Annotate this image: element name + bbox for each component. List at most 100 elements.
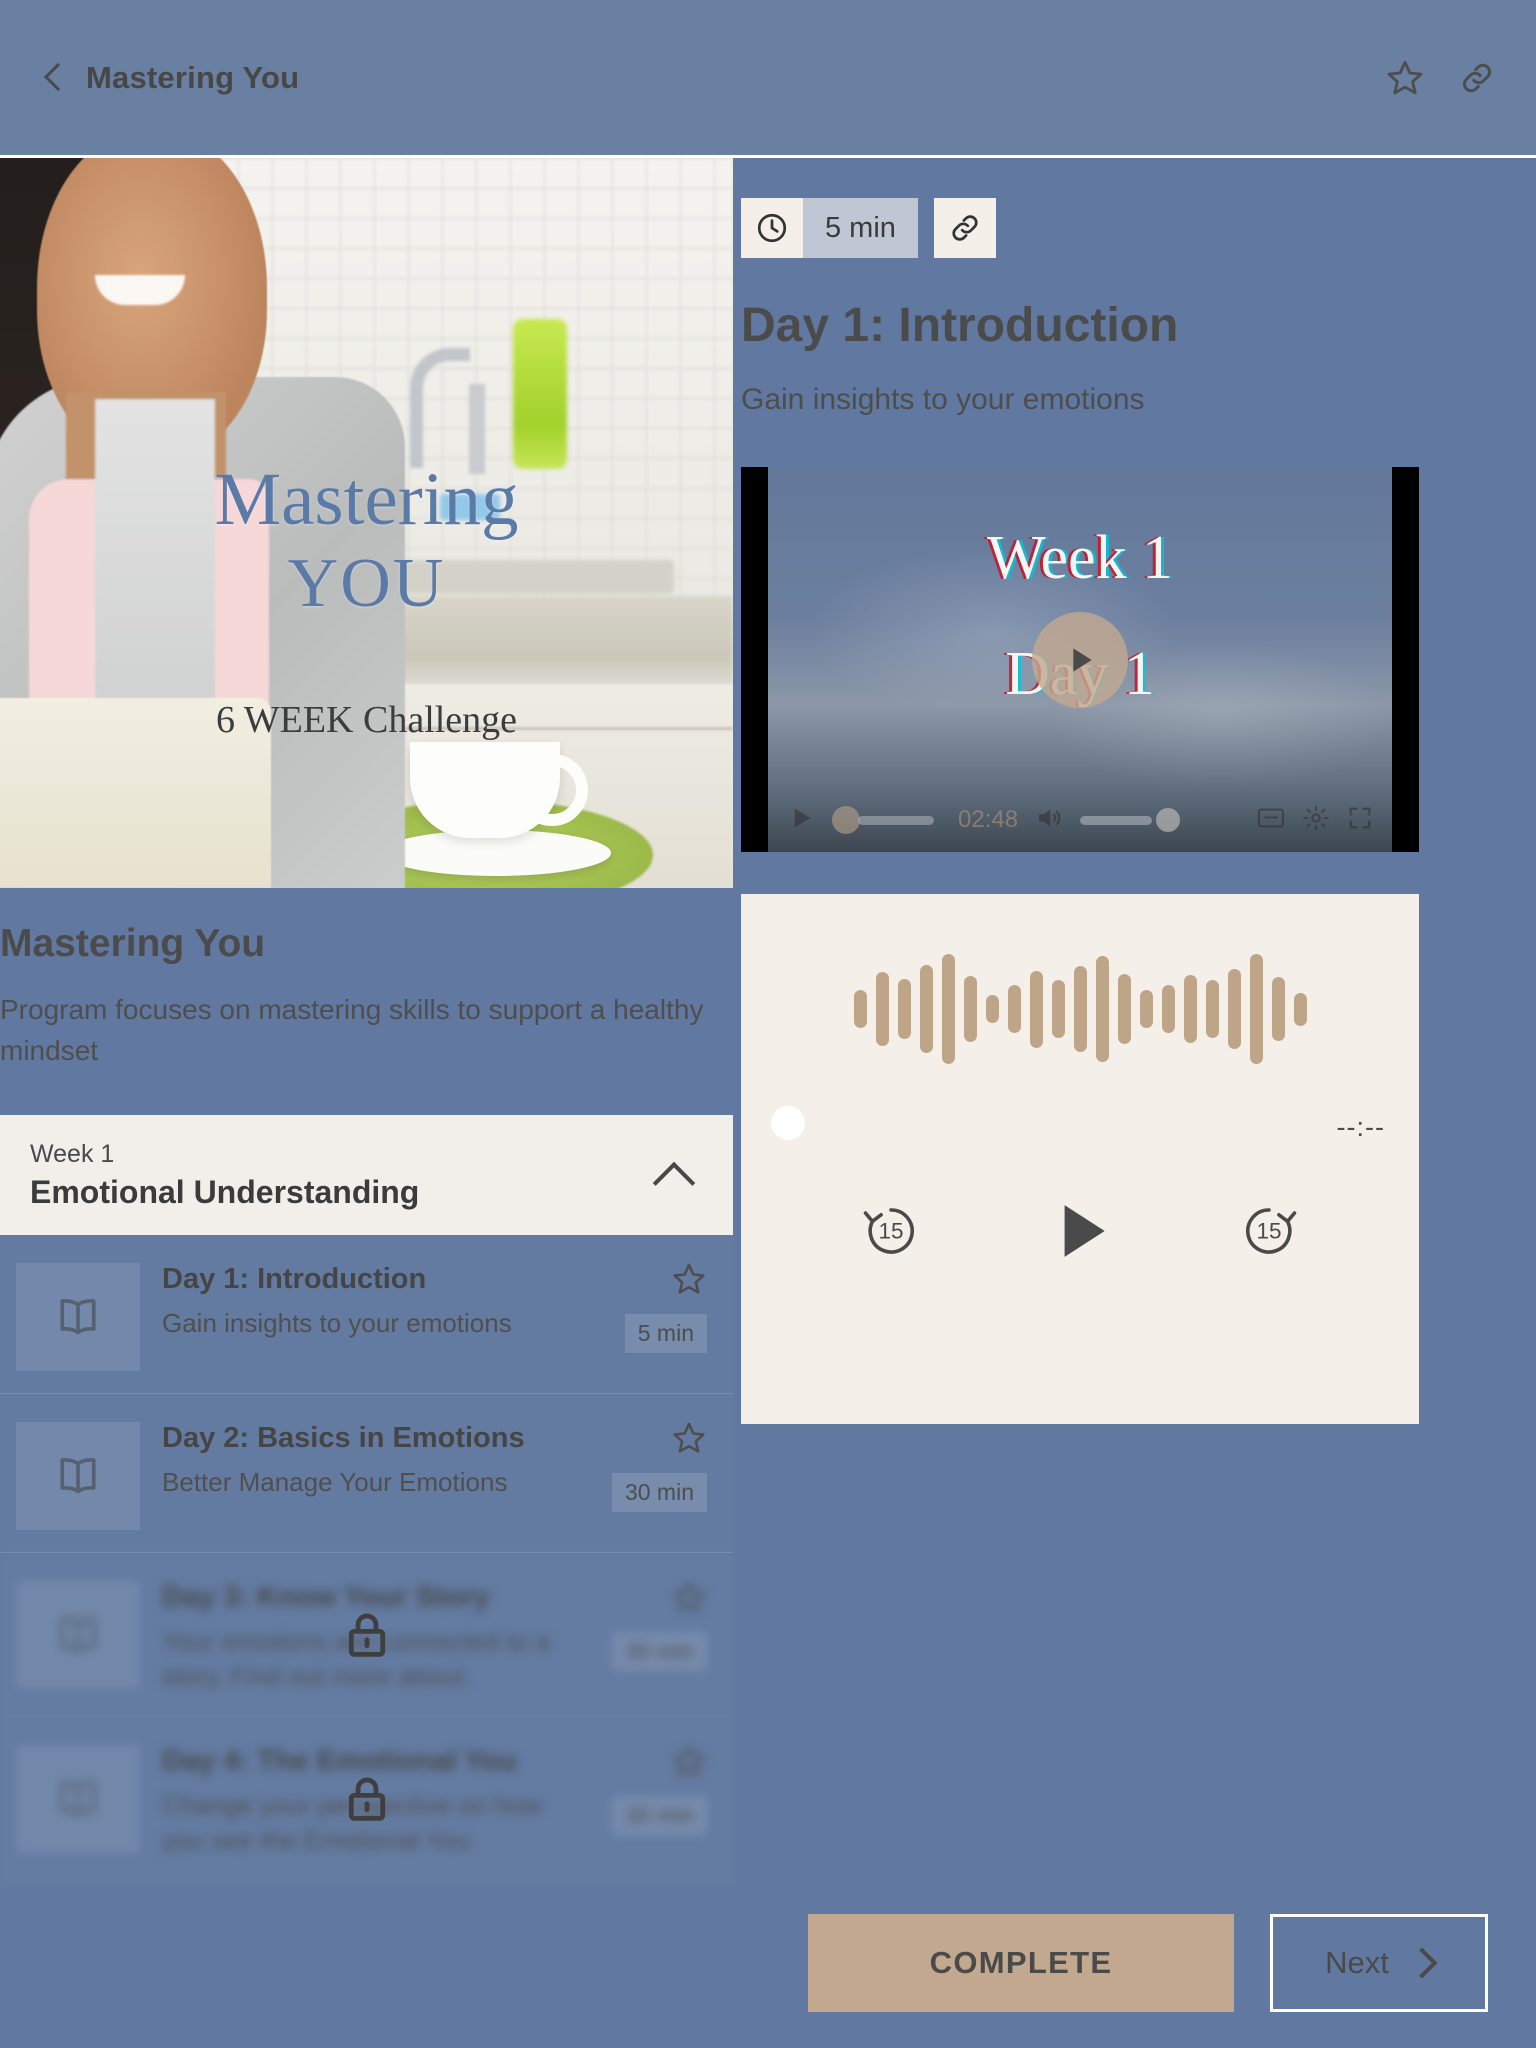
volume-slider[interactable] [1080,815,1153,825]
play-icon[interactable] [1043,1194,1117,1268]
page-title: Mastering You [86,59,300,95]
lesson-title: Day 2: Basics in Emotions [162,1422,525,1455]
list-item-meta: 30 min [567,1575,707,1672]
volume-handle[interactable] [1156,808,1181,832]
lesson-meta-row: 5 min [741,198,1488,258]
audio-waveform [741,954,1419,1064]
volume-icon[interactable] [1034,803,1064,838]
list-item[interactable]: Day 2: Basics in Emotions Better Manage … [0,1394,733,1554]
waveform-bar [1007,984,1021,1034]
complete-button[interactable]: COMPLETE [808,1914,1234,2012]
lesson-subtitle: Your emotions are connected to a story. … [162,1626,550,1692]
hero-title-line2: YOU [287,545,446,622]
lesson-title: Day 3: Know Your Story [162,1581,490,1614]
waveform-bar [919,965,933,1053]
duration-badge: 30 min [611,1473,707,1513]
list-item-locked-wrapper[interactable]: Day 3: Know Your Story Your emotions are… [0,1553,733,1718]
waveform-bar [1183,974,1197,1044]
list-item-text: Day 1: Introduction Gain insights to you… [140,1257,567,1341]
audio-time-label: --:-- [1336,1112,1385,1142]
lesson-title: Day 4: The Emotional You [162,1745,518,1778]
star-outline-icon [671,1743,707,1784]
waveform-bar [1249,954,1263,1064]
video-player[interactable]: Week 1 Day 1 02:48 [741,467,1419,852]
course-title: Mastering You [0,922,266,965]
svg-text:15: 15 [878,1219,903,1244]
video-time-label: 02:48 [958,806,1019,833]
list-item-locked-wrapper[interactable]: Day 4: The Emotional You Change your per… [0,1717,733,1882]
course-summary: Mastering You Program focuses on masteri… [0,888,733,1071]
gear-icon[interactable] [1302,804,1330,837]
week-accordion-header[interactable]: Week 1 Emotional Understanding [0,1115,733,1236]
week-number-label: Week 1 [30,1139,115,1168]
link-icon[interactable] [933,198,996,258]
chevron-left-icon[interactable] [36,61,70,95]
star-outline-icon [671,1579,707,1620]
list-item-meta: 30 min [567,1739,707,1836]
week-accordion-text: Week 1 Emotional Understanding [30,1140,651,1211]
star-outline-icon[interactable] [1382,55,1428,101]
waveform-bar [1139,990,1153,1028]
video-overlay-line1: Week 1 [986,524,1174,592]
course-description: Program focuses on mastering skills to s… [0,994,704,1066]
video-progress-handle[interactable] [832,806,860,834]
star-outline-icon[interactable] [671,1261,707,1302]
list-item-text: Day 2: Basics in Emotions Better Manage … [140,1416,567,1500]
forward-15-icon[interactable]: 15 [1233,1195,1305,1267]
book-icon [16,1263,140,1372]
video-controls[interactable]: 02:48 [768,788,1392,852]
topbar-actions [1382,55,1500,101]
play-icon[interactable] [786,803,816,838]
main-content: Mastering YOU 6 WEEK Challenge Mastering… [0,158,1536,2048]
fullscreen-icon[interactable] [1346,804,1374,837]
link-icon[interactable] [1454,55,1500,101]
waveform-bar [1051,980,1065,1038]
chevron-up-icon[interactable] [651,1152,697,1198]
book-icon [16,1745,140,1854]
waveform-bar [941,954,955,1064]
list-item-meta: 5 min [567,1257,707,1354]
waveform-bar [897,979,911,1039]
list-item[interactable]: Day 1: Introduction Gain insights to you… [0,1235,733,1395]
list-item-text: Day 4: The Emotional You Change your per… [140,1739,567,1858]
waveform-bar [1117,973,1131,1045]
duration-label: 5 min [803,198,918,258]
top-app-bar: Mastering You [0,0,1536,158]
lesson-subtitle: Better Manage Your Emotions [162,1467,508,1498]
lesson-subtitle: Change your perspective on how you see t… [162,1790,543,1856]
book-icon [16,1581,140,1690]
star-outline-icon[interactable] [671,1420,707,1461]
course-panel: Mastering YOU 6 WEEK Challenge Mastering… [0,158,733,2048]
chevron-right-icon [1411,1952,1433,1974]
waveform-bar [1095,956,1109,1062]
captions-icon[interactable] [1256,806,1286,835]
week-title: Emotional Understanding [30,1173,420,1210]
detail-footer-actions: COMPLETE Next [808,1914,1488,2012]
list-item-meta: 30 min [567,1416,707,1513]
list-item-text: Day 3: Know Your Story Your emotions are… [140,1575,567,1694]
video-progress-slider[interactable] [832,806,934,834]
list-item: Day 4: The Emotional You Change your per… [0,1717,733,1882]
lesson-subtitle: Gain insights to your emotions [162,1308,512,1339]
lesson-list: Day 1: Introduction Gain insights to you… [0,1235,733,1882]
waveform-bar [1293,992,1307,1026]
lesson-detail-subtitle: Gain insights to your emotions [741,383,1145,416]
next-button[interactable]: Next [1270,1914,1488,2012]
waveform-bar [1029,970,1043,1048]
play-icon[interactable] [1032,611,1128,708]
hero-title-line1: Mastering [214,458,519,541]
audio-player[interactable]: --:-- 15 15 [741,894,1419,1424]
waveform-bar [1227,969,1241,1049]
waveform-bar [1161,984,1175,1034]
waveform-bar [963,976,977,1042]
duration-badge: 5 min [624,1314,707,1354]
waveform-bar [1073,966,1087,1052]
replay-15-icon[interactable]: 15 [855,1195,927,1267]
audio-controls: 15 15 [741,1194,1419,1268]
audio-progress-handle[interactable] [771,1106,805,1140]
video-progress-track[interactable] [858,815,934,825]
lesson-detail-title: Day 1: Introduction [741,299,1179,352]
hero-subtitle: 6 WEEK Challenge [215,699,518,741]
waveform-bar [875,971,889,1047]
waveform-bar [1271,977,1285,1041]
